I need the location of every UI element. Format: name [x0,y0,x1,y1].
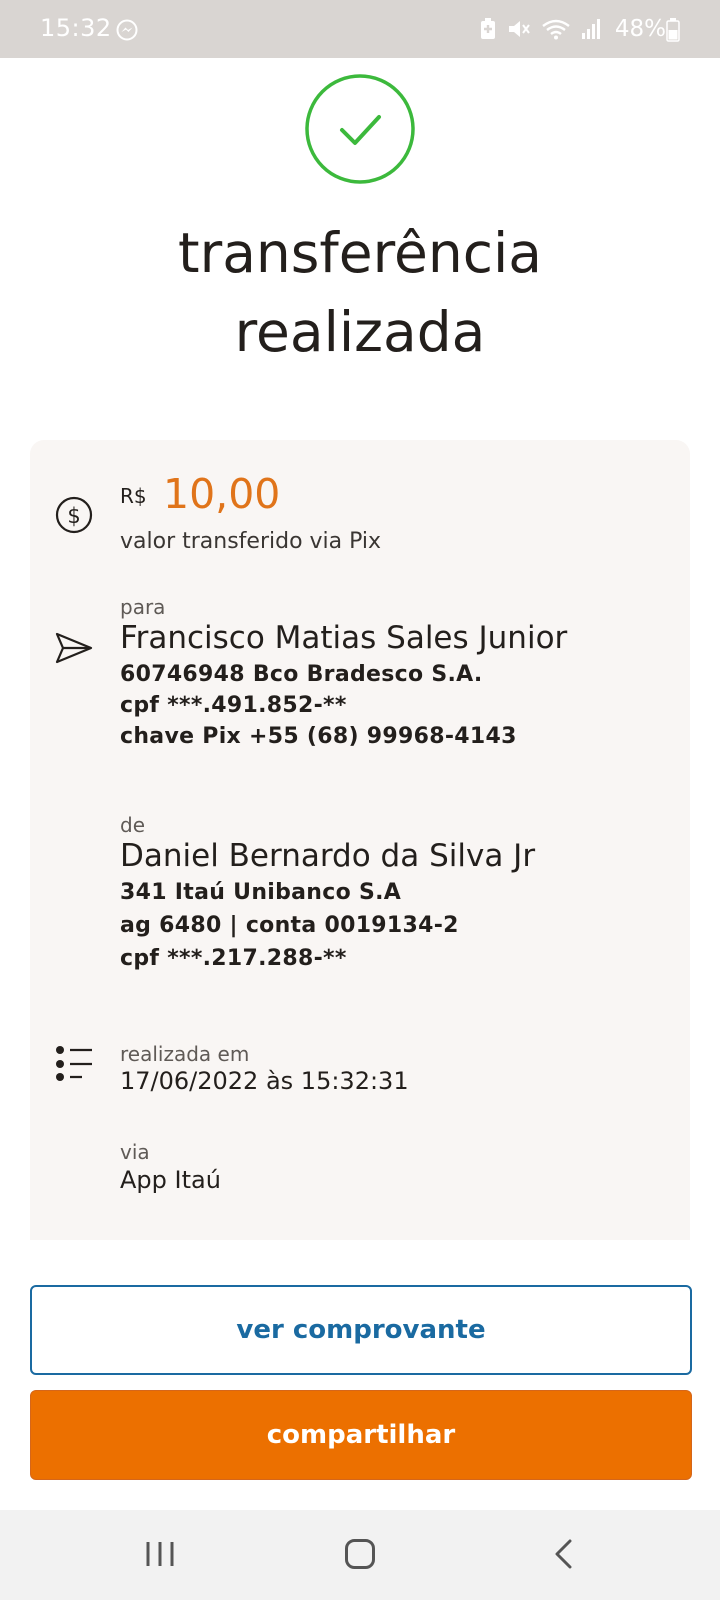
messenger-icon [116,19,138,41]
currency-label: R$ [120,484,147,508]
mute-icon [508,21,530,37]
recipient-bank: 60746948 Bco Bradesco S.A. [120,662,483,687]
svg-text:$: $ [67,504,80,528]
recipient-label: para [120,595,166,619]
date-label: realizada em [120,1042,250,1066]
signal-icon [581,19,600,39]
transfer-amount: 10,00 [163,470,281,518]
status-time: 15:32 [40,14,112,42]
status-bar: 15:32 48% [0,0,720,58]
sender-label: de [120,813,145,837]
send-icon [55,632,93,664]
recipient-pix-key: chave Pix +55 (68) 99968-4143 [120,724,517,749]
battery-saver-icon [480,18,495,39]
date-value: 17/06/2022 às 15:32:31 [120,1067,409,1095]
dollar-icon: $ [55,496,93,534]
sender-bank: 341 Itaú Unibanco S.A [120,880,402,905]
check-circle-icon [305,74,415,184]
page-title: transferência realizada [0,214,720,372]
channel-value: App Itaú [120,1166,221,1194]
recipient-name: Francisco Matias Sales Junior [120,620,568,656]
title-line-2: realizada [234,300,486,364]
share-button[interactable]: compartilhar [30,1390,692,1480]
recent-apps-icon[interactable] [145,1539,175,1569]
amount-caption: valor transferido via Pix [120,529,382,554]
sender-name: Daniel Bernardo da Silva Jr [120,838,536,874]
home-icon[interactable] [344,1538,376,1570]
sender-account: ag 6480 | conta 0019134-2 [120,913,459,938]
wifi-icon [542,19,570,40]
title-line-1: transferência [178,221,542,285]
recipient-cpf: cpf ***.491.852-** [120,693,347,718]
battery-icon [666,18,680,42]
list-icon [56,1046,92,1081]
back-icon[interactable] [552,1539,576,1569]
sender-cpf: cpf ***.217.288-** [120,946,347,971]
battery-percent: 48% [614,16,666,42]
status-icons: 48% [479,12,666,46]
channel-label: via [120,1140,150,1164]
view-receipt-button[interactable]: ver comprovante [30,1285,692,1375]
